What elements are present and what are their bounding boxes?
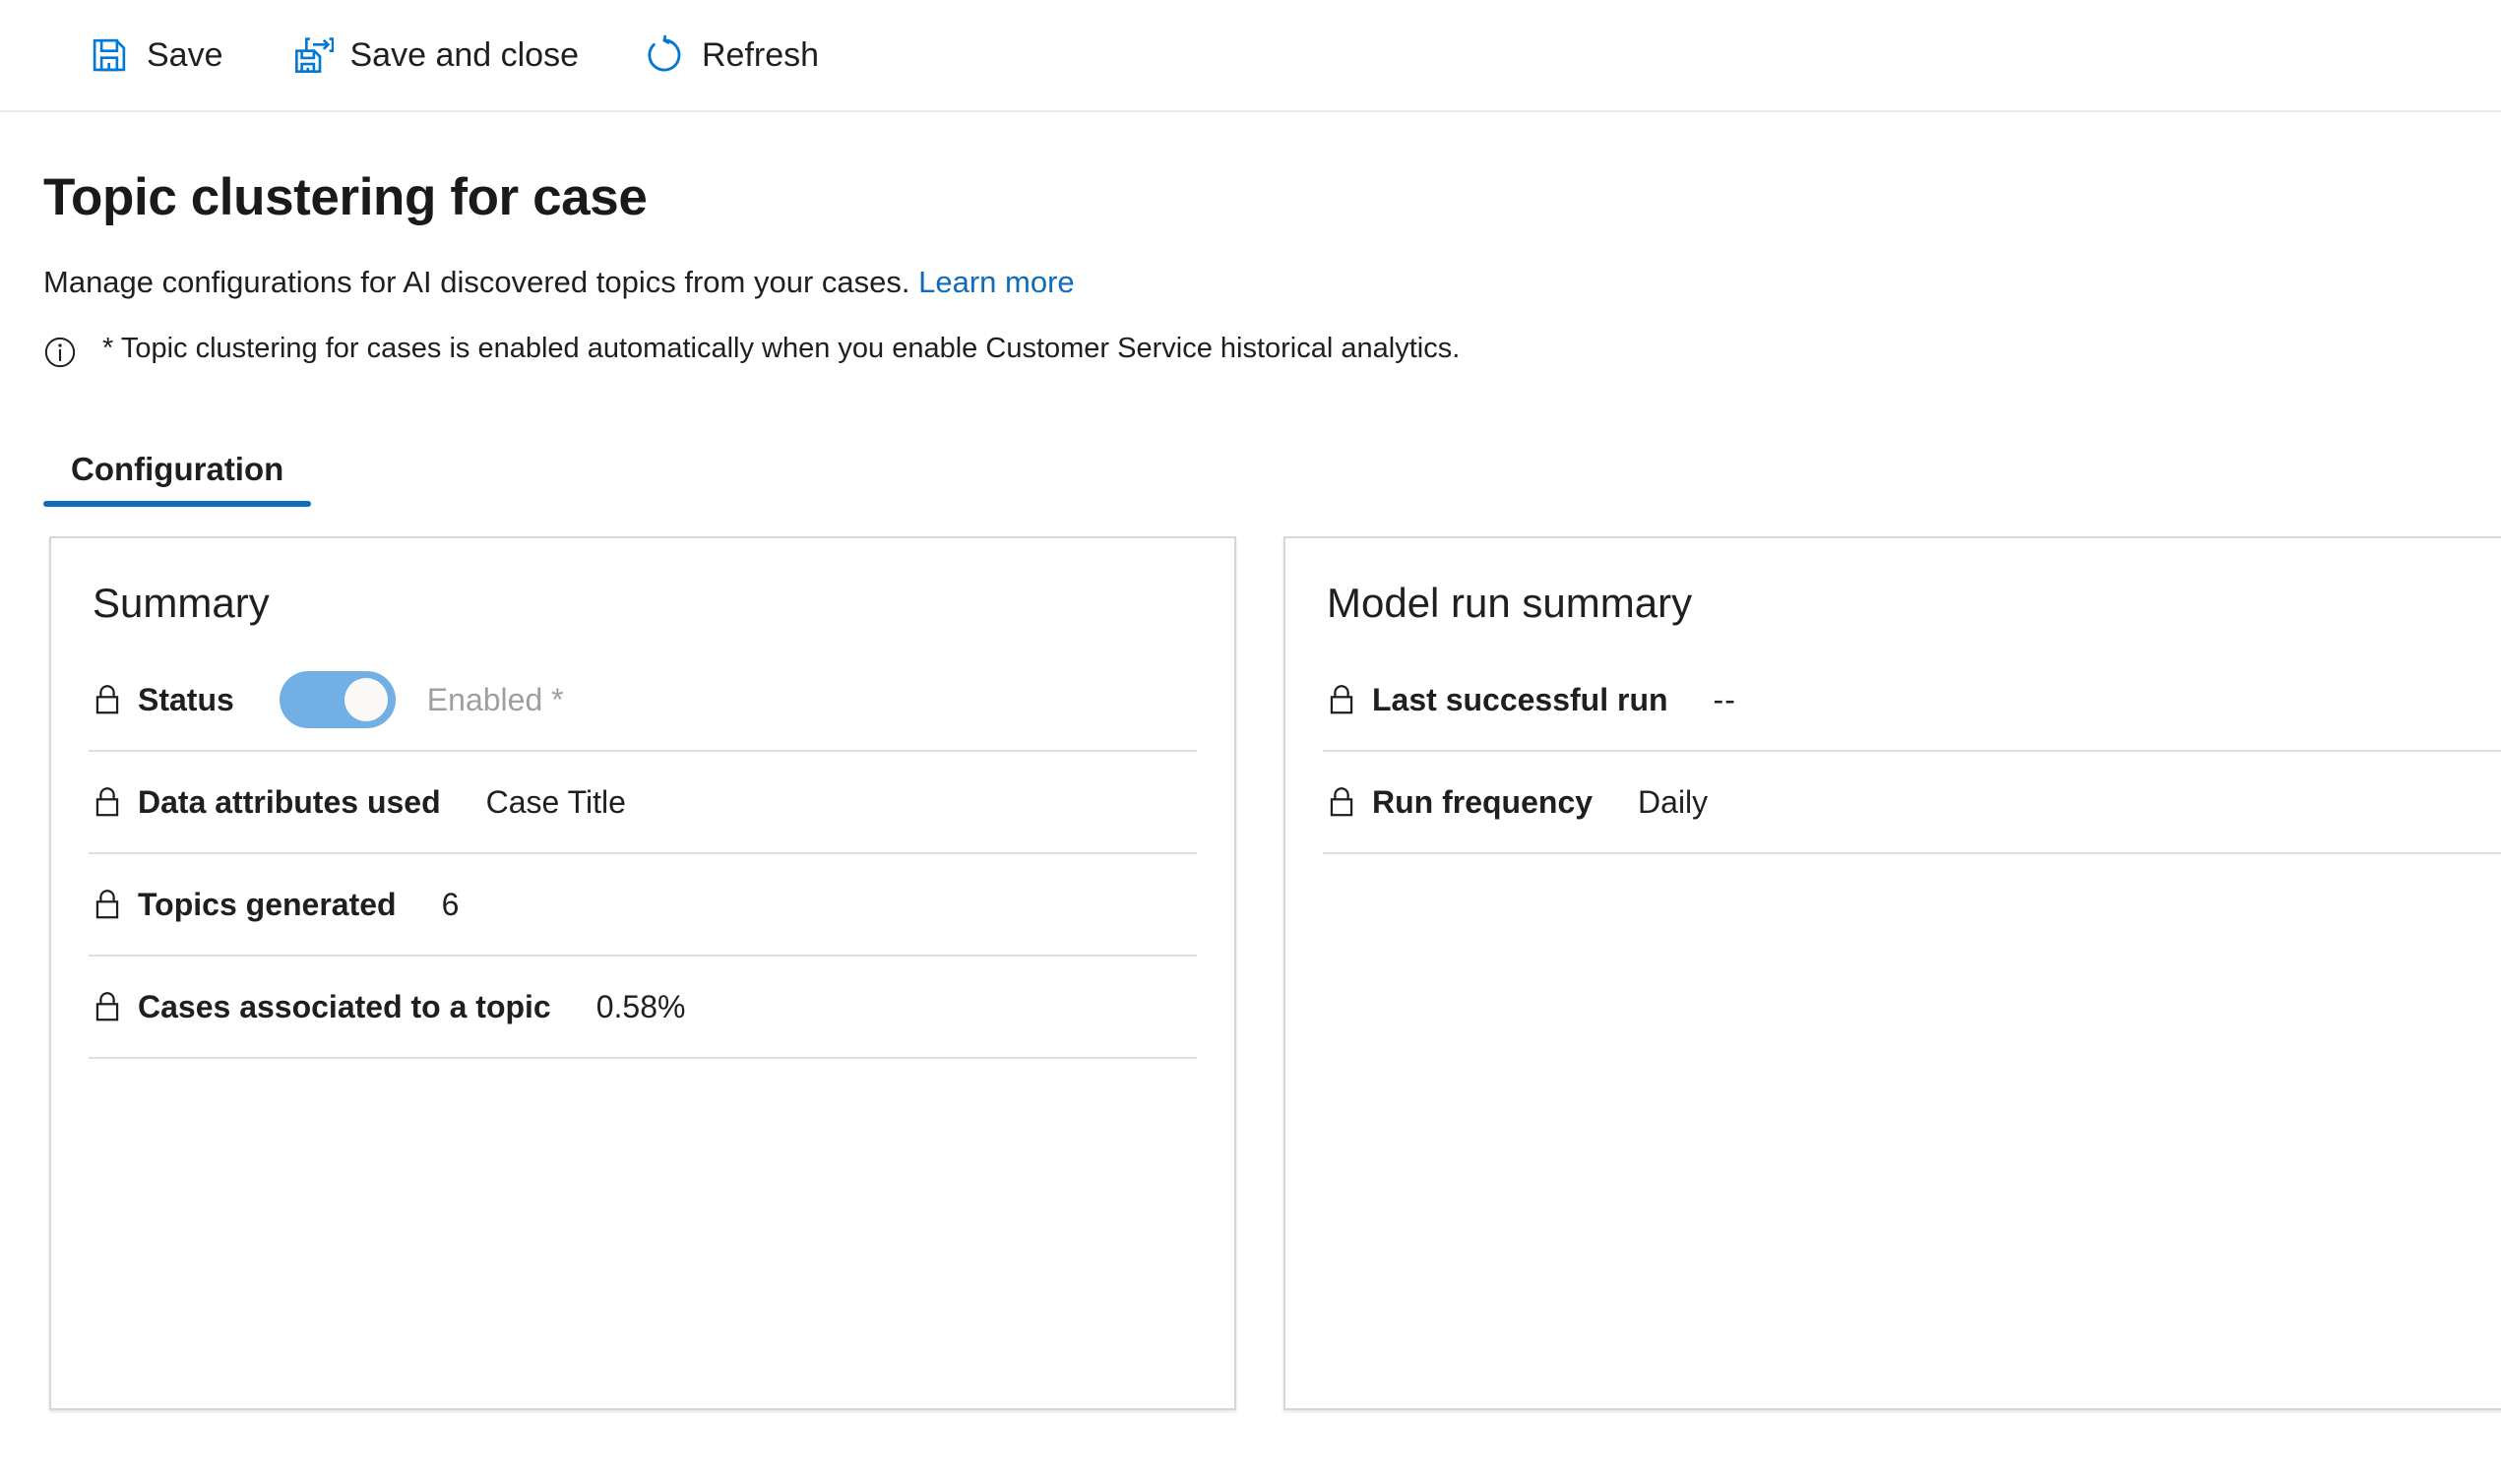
- field-label-last-successful-run: Last successful run: [1372, 681, 1668, 717]
- field-value-data-attributes-used: Case Title: [485, 783, 626, 820]
- field-value-last-successful-run: --: [1713, 681, 1736, 717]
- lock-icon: [95, 786, 119, 817]
- field-label-data-attributes-used: Data attributes used: [138, 783, 441, 820]
- model-run-summary-card-title: Model run summary: [1327, 580, 1693, 627]
- lock-icon: [1330, 786, 1353, 817]
- learn-more-link[interactable]: Learn more: [918, 265, 1075, 299]
- status-toggle-knob: [344, 677, 388, 721]
- save-button[interactable]: Save: [67, 19, 245, 92]
- command-bar: Save Save and close Refresh: [0, 0, 2501, 112]
- field-label-status: Status: [138, 681, 234, 717]
- info-note-text: * Topic clustering for cases is enabled …: [102, 333, 1461, 365]
- field-value-cases-associated-to-a-topic: 0.58%: [595, 988, 686, 1024]
- info-note: * Topic clustering for cases is enabled …: [43, 332, 2501, 369]
- save-and-close-button-label: Save and close: [349, 36, 580, 74]
- model-run-summary-card: Model run summary Last successful run --…: [1283, 536, 2501, 1411]
- field-row-cases-associated-to-a-topic: Cases associated to a topic 0.58%: [89, 957, 1197, 1059]
- lock-icon: [95, 889, 119, 919]
- summary-card: Summary Status Enabled * Data attributes…: [49, 536, 1236, 1411]
- status-toggle[interactable]: [279, 670, 396, 728]
- field-row-data-attributes-used: Data attributes used Case Title: [89, 752, 1197, 854]
- tab-configuration[interactable]: Configuration: [43, 451, 312, 508]
- refresh-button-label: Refresh: [702, 36, 820, 74]
- page-subtitle-text: Manage configurations for AI discovered …: [43, 265, 910, 300]
- field-row-run-frequency: Run frequency Daily: [1323, 752, 2501, 854]
- tab-strip: Configuration: [43, 416, 2501, 508]
- field-value-run-frequency: Daily: [1638, 783, 1709, 820]
- field-label-run-frequency: Run frequency: [1372, 783, 1594, 820]
- info-icon: [44, 338, 76, 368]
- cards-row: Summary Status Enabled * Data attributes…: [49, 536, 2501, 1411]
- status-toggle-wrap: Enabled *: [279, 670, 564, 728]
- refresh-button[interactable]: Refresh: [622, 19, 841, 92]
- lock-icon: [1330, 684, 1353, 714]
- lock-icon: [95, 991, 119, 1021]
- save-and-close-icon: [294, 37, 334, 73]
- summary-card-title: Summary: [93, 580, 270, 627]
- page-subtitle: Manage configurations for AI discovered …: [43, 264, 2501, 300]
- field-label-cases-associated-to-a-topic: Cases associated to a topic: [138, 988, 551, 1024]
- field-row-topics-generated: Topics generated 6: [89, 854, 1197, 957]
- lock-icon: [95, 684, 119, 714]
- save-and-close-button[interactable]: Save and close: [271, 19, 601, 92]
- tab-configuration-label: Configuration: [71, 451, 284, 488]
- save-icon: [93, 38, 126, 72]
- field-value-topics-generated: 6: [441, 886, 460, 922]
- save-button-label: Save: [147, 36, 223, 74]
- refresh-icon: [648, 34, 681, 72]
- field-row-status: Status Enabled *: [89, 649, 1197, 752]
- field-row-last-successful-run: Last successful run --: [1323, 649, 2501, 752]
- page-body: Topic clustering for case Manage configu…: [0, 168, 2501, 1411]
- page-title: Topic clustering for case: [43, 168, 648, 226]
- status-toggle-label: Enabled *: [426, 681, 564, 717]
- field-label-topics-generated: Topics generated: [138, 886, 397, 922]
